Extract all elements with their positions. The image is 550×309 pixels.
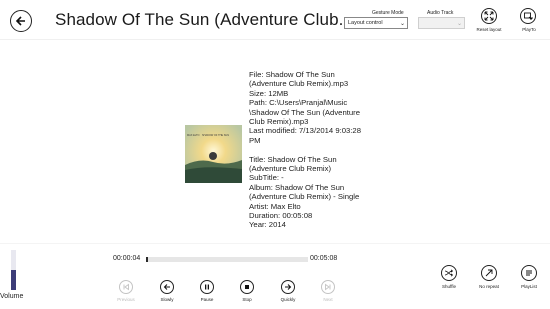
playlist-label: PlayList [521,284,537,289]
album-cover: MAX ELTO SHADOW OF THE SUN [185,125,242,183]
slowly-button[interactable] [160,280,174,294]
track-info: File: Shadow Of The Sun (Adventure Club … [249,70,389,230]
page-title: Shadow Of The Sun (Adventure Club... [55,10,354,29]
info-line: (Adventure Club Remix).mp3 [249,79,349,89]
info-line: File: Shadow Of The Sun [249,70,335,79]
pause-icon [205,284,209,290]
total-time: 00:05:08 [310,255,338,262]
pause-button[interactable] [200,280,214,294]
volume-label: Volume [0,293,24,300]
info-line: Title: Shadow Of The Sun [249,154,337,164]
previous-label: Previous [117,297,135,302]
repeat-label: No repeat [479,284,499,289]
info-line: \Shadow Of The Sun (Adventure [249,107,360,117]
slowly-label: Slowly [160,297,174,302]
arrow-left-icon [163,284,170,290]
arrow-right-icon [285,284,292,290]
seek-bar[interactable] [146,257,308,262]
shuffle-button[interactable] [441,265,457,281]
stop-label: Stop [242,297,252,302]
next-label: Next [323,297,333,302]
cover-artist-text: MAX ELTO [187,134,200,137]
stop-icon [245,285,249,289]
chevron-down-icon: ⌄ [456,21,462,27]
cover-title-text: SHADOW OF THE SUN [202,134,230,137]
seek-progress [146,257,148,262]
expand-icon [484,11,494,21]
info-line: PM [249,135,261,145]
stop-button[interactable] [240,280,254,294]
info-line: Path: C:\Users\Pranjal\Music [249,98,348,108]
arrow-left-icon [15,16,25,26]
audio-track-label: Audio Track [427,10,454,16]
info-line: Year: 2014 [249,220,286,230]
volume-level [11,270,16,290]
shuffle-icon [444,269,454,277]
info-line: Last modified: 7/13/2014 9:03:28 [249,126,361,136]
arrow-up-right-icon [485,269,493,277]
shuffle-label: Shuffle [442,284,456,289]
info-line: (Adventure Club Remix) - Single [249,192,360,202]
playlist-button[interactable] [521,265,537,281]
next-button[interactable] [321,280,335,294]
info-line: Album: Shadow Of The Sun [249,182,345,192]
chevron-down-icon: ⌄ [399,21,405,27]
info-line: Artist: Max Elto [249,201,301,211]
player-divider [0,243,550,244]
back-button[interactable] [10,10,32,32]
audio-track-select[interactable]: ⌄ [418,17,465,29]
info-line: Size: 12MB [249,88,289,98]
quickly-label: Quickly [280,297,296,302]
current-time: 00:00:04 [113,255,141,262]
header-divider [0,39,550,40]
reset-layout-label: Reset layout [476,27,502,32]
quickly-button[interactable] [281,280,295,294]
info-line: SubTitle: - [249,173,284,183]
gesture-mode-value: Layout control [348,20,383,26]
pause-label: Pause [200,297,214,302]
skip-next-icon [325,283,331,291]
previous-button[interactable] [119,280,133,294]
reset-layout-button[interactable] [481,8,497,24]
skip-previous-icon [123,283,129,291]
info-line: Club Remix).mp3 [249,117,309,127]
info-line: (Adventure Club Remix) [249,164,332,174]
repeat-button[interactable] [481,265,497,281]
list-icon [526,270,532,276]
playto-label: PlayTo [522,27,536,32]
gesture-mode-label: Gesture Mode [372,10,404,16]
playto-icon [524,12,533,20]
gesture-mode-select[interactable]: Layout control ⌄ [344,17,408,29]
info-line: Duration: 00:05:08 [249,211,313,221]
playto-button[interactable] [520,8,536,24]
